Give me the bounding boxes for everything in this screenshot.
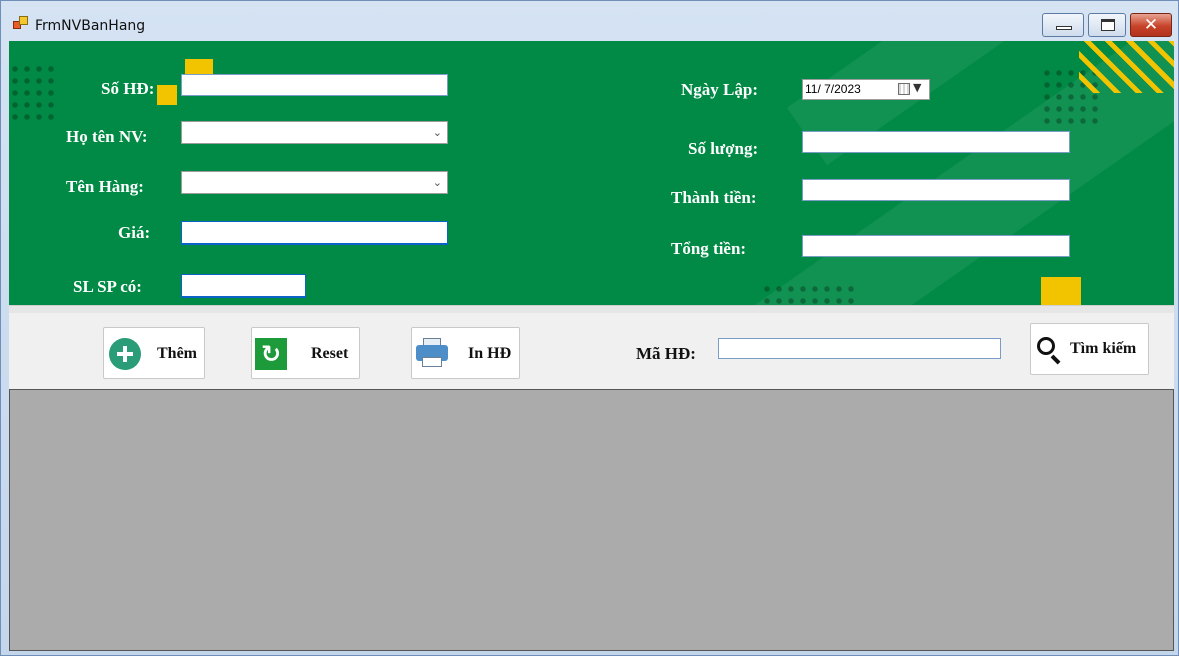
printer-icon (416, 338, 448, 368)
gia-input[interactable] (181, 221, 448, 245)
tong-tien-input[interactable] (802, 235, 1070, 257)
in-hd-button-label: In HĐ (468, 345, 512, 362)
ho-ten-nv-combo[interactable]: ⌄ (181, 121, 448, 144)
form-client-area: Số HĐ: Họ tên NV: ⌄ Tên Hàng: ⌄ Giá: SL … (9, 41, 1174, 651)
title-bar: FrmNVBanHang ✕ (1, 1, 1178, 41)
ten-hang-combo[interactable]: ⌄ (181, 171, 448, 194)
main-window: FrmNVBanHang ✕ Số HĐ: Họ tên NV: ⌄ Tên H… (0, 0, 1179, 656)
ho-ten-nv-label: Họ tên NV: (66, 127, 148, 146)
them-button[interactable]: Thêm (103, 327, 205, 379)
decor-dots (9, 63, 57, 123)
decor-dots (761, 283, 857, 305)
in-hd-button[interactable]: In HĐ (411, 327, 520, 379)
separator (9, 305, 1174, 313)
chevron-down-icon: ▼ (913, 81, 922, 94)
search-icon (1037, 337, 1063, 365)
sl-sp-co-input[interactable] (181, 274, 306, 298)
reset-button-label: Reset (311, 345, 349, 362)
decor-square (1041, 277, 1081, 305)
tim-kiem-button-label: Tìm kiếm (1070, 340, 1137, 357)
close-button[interactable]: ✕ (1130, 13, 1172, 37)
minimize-icon (1056, 26, 1072, 30)
reset-icon: ↻ (255, 338, 287, 370)
ngay-lap-value: 11/ 7/2023 (805, 82, 861, 96)
thanh-tien-input[interactable] (802, 179, 1070, 201)
chevron-down-icon: ⌄ (432, 176, 442, 189)
them-button-label: Thêm (157, 345, 197, 362)
so-luong-input[interactable] (802, 131, 1070, 153)
reset-button[interactable]: ↻ Reset (251, 327, 360, 379)
decor-hatch (1079, 41, 1174, 93)
input-panel: Số HĐ: Họ tên NV: ⌄ Tên Hàng: ⌄ Giá: SL … (9, 41, 1174, 305)
decor-square (157, 85, 177, 105)
thanh-tien-label: Thành tiền: (671, 188, 757, 207)
app-icon (13, 16, 29, 30)
close-icon: ✕ (1143, 15, 1159, 35)
so-hd-input[interactable] (181, 74, 448, 96)
minimize-button[interactable] (1042, 13, 1084, 37)
so-hd-label: Số HĐ: (101, 79, 155, 98)
ma-hd-label: Mã HĐ: (636, 344, 696, 363)
ma-hd-input[interactable] (718, 338, 1001, 359)
ngay-lap-datepicker[interactable]: 11/ 7/2023 ▼ (802, 79, 930, 100)
sl-sp-co-label: SL SP có: (73, 277, 142, 296)
decor-square (185, 59, 213, 75)
window-title: FrmNVBanHang (35, 18, 146, 34)
gia-label: Giá: (118, 223, 151, 242)
maximize-icon (1101, 19, 1115, 31)
so-luong-label: Số lượng: (688, 139, 759, 158)
invoice-data-grid[interactable] (9, 389, 1174, 651)
tong-tien-label: Tổng tiền: (671, 239, 747, 258)
plus-icon (109, 338, 141, 370)
chevron-down-icon: ⌄ (432, 126, 442, 139)
ten-hang-label: Tên Hàng: (66, 177, 144, 196)
maximize-button[interactable] (1088, 13, 1126, 37)
ngay-lap-label: Ngày Lập: (681, 80, 758, 99)
calendar-icon (898, 83, 910, 95)
tim-kiem-button[interactable]: Tìm kiếm (1030, 323, 1149, 375)
